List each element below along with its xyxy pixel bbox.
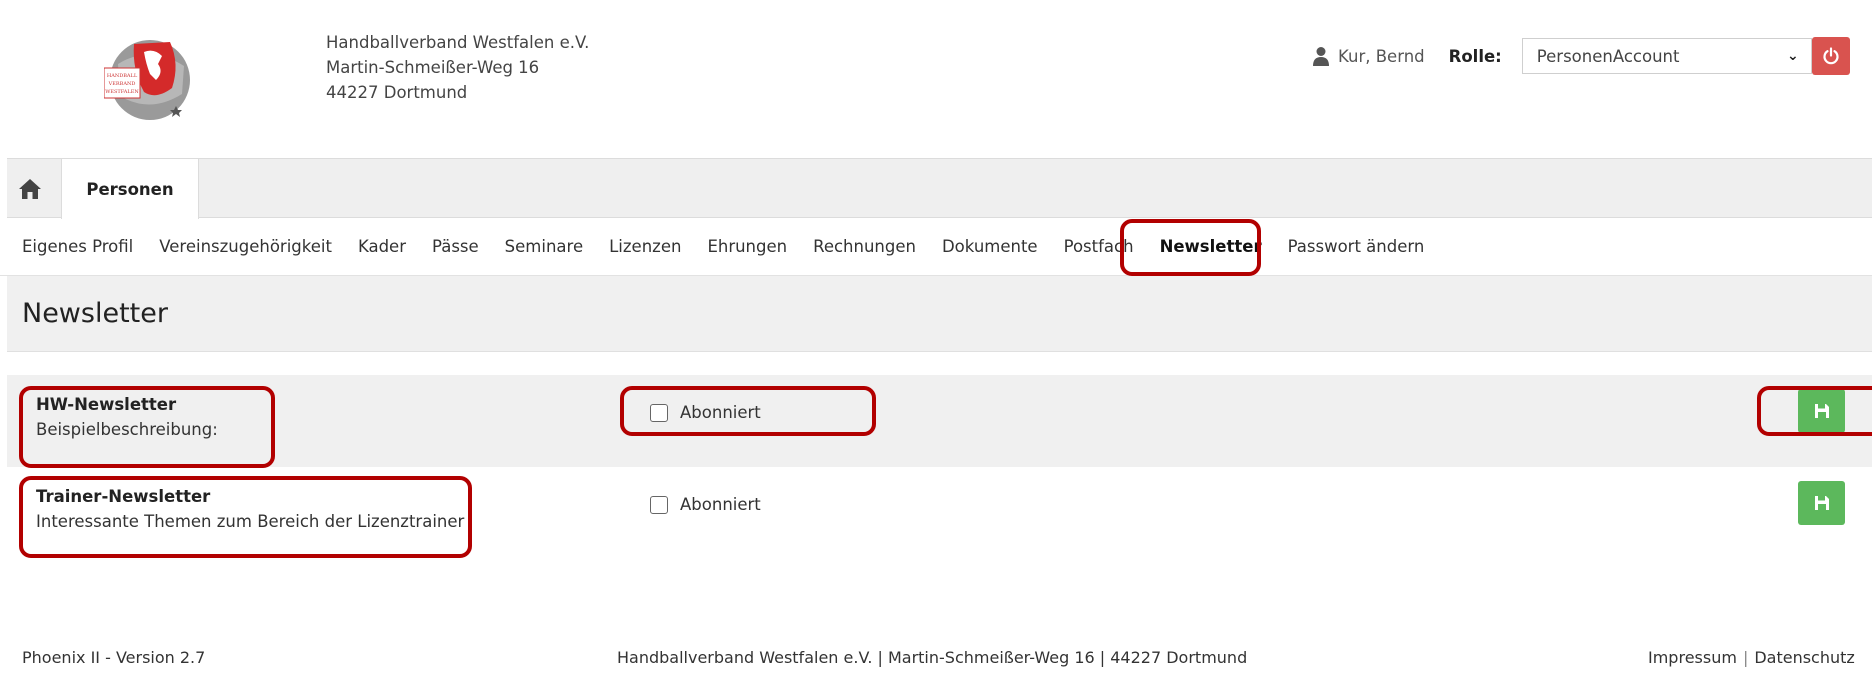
tab-home[interactable] <box>16 175 44 203</box>
user-area: Kur, Bernd Rolle: PersonenAccount ⌄ <box>1312 37 1850 75</box>
header: HANDBALL VERBAND WESTFALEN Handballverba… <box>0 0 1872 160</box>
highlight-trainer-newsletter <box>19 476 472 558</box>
subnav-passwort-aendern[interactable]: Passwort ändern <box>1288 237 1425 256</box>
highlight-abonniert-checkbox <box>620 386 876 436</box>
footer-links: Impressum | Datenschutz <box>1648 648 1855 667</box>
subnav-eigenes-profil[interactable]: Eigenes Profil <box>22 237 133 256</box>
highlight-hw-newsletter <box>19 386 275 468</box>
tab-personen[interactable]: Personen <box>61 158 199 219</box>
user-name[interactable]: Kur, Bernd <box>1338 47 1425 66</box>
org-city: 44227 Dortmund <box>326 83 468 102</box>
svg-text:VERBAND: VERBAND <box>108 81 136 87</box>
page-title: Newsletter <box>22 298 168 329</box>
sub-navigation: Eigenes Profil Vereinszugehörigkeit Kade… <box>0 218 1872 276</box>
footer-address: Handballverband Westfalen e.V. | Martin-… <box>617 648 1248 667</box>
logo: HANDBALL VERBAND WESTFALEN <box>104 40 190 120</box>
user-icon <box>1313 47 1329 66</box>
role-select[interactable]: PersonenAccount ⌄ <box>1521 38 1812 74</box>
subscribe-checkbox-field[interactable]: Abonniert <box>650 495 761 514</box>
save-button[interactable] <box>1798 481 1845 525</box>
subscribe-checkbox[interactable] <box>650 495 668 514</box>
power-icon <box>1823 47 1839 65</box>
role-select-value: PersonenAccount <box>1536 46 1680 66</box>
subnav-dokumente[interactable]: Dokumente <box>942 237 1038 256</box>
save-icon <box>1814 496 1829 510</box>
subnav-seminare[interactable]: Seminare <box>505 237 583 256</box>
newsletter-row: HW-Newsletter Beispielbeschreibung: Abon… <box>7 375 1872 467</box>
logo-text: HANDBALL <box>107 73 138 79</box>
main-tabs: Personen <box>7 158 1872 219</box>
home-icon <box>19 179 41 199</box>
footer-separator: | <box>1742 648 1749 667</box>
subnav-vereinszugehoerigkeit[interactable]: Vereinszugehörigkeit <box>159 237 332 256</box>
subnav-ehrungen[interactable]: Ehrungen <box>707 237 787 256</box>
role-label: Rolle: <box>1448 46 1502 66</box>
highlight-newsletter-tab <box>1120 219 1261 276</box>
org-name: Handballverband Westfalen e.V. <box>326 33 590 52</box>
svg-text:WESTFALEN: WESTFALEN <box>105 89 139 95</box>
highlight-save-button <box>1757 386 1872 436</box>
impressum-link[interactable]: Impressum <box>1648 648 1737 667</box>
subnav-paesse[interactable]: Pässe <box>432 237 479 256</box>
page-title-bar: Newsletter <box>7 276 1872 352</box>
org-address: Handballverband Westfalen e.V. Martin-Sc… <box>326 30 589 105</box>
logout-button[interactable] <box>1811 37 1850 75</box>
datenschutz-link[interactable]: Datenschutz <box>1754 648 1854 667</box>
org-street: Martin-Schmeißer-Weg 16 <box>326 58 540 77</box>
subscribe-label[interactable]: Abonniert <box>680 495 761 514</box>
subnav-lizenzen[interactable]: Lizenzen <box>609 237 681 256</box>
chevron-down-icon: ⌄ <box>1787 48 1799 64</box>
footer-version: Phoenix II - Version 2.7 <box>22 648 206 667</box>
subnav-kader[interactable]: Kader <box>358 237 406 256</box>
subnav-rechnungen[interactable]: Rechnungen <box>813 237 916 256</box>
